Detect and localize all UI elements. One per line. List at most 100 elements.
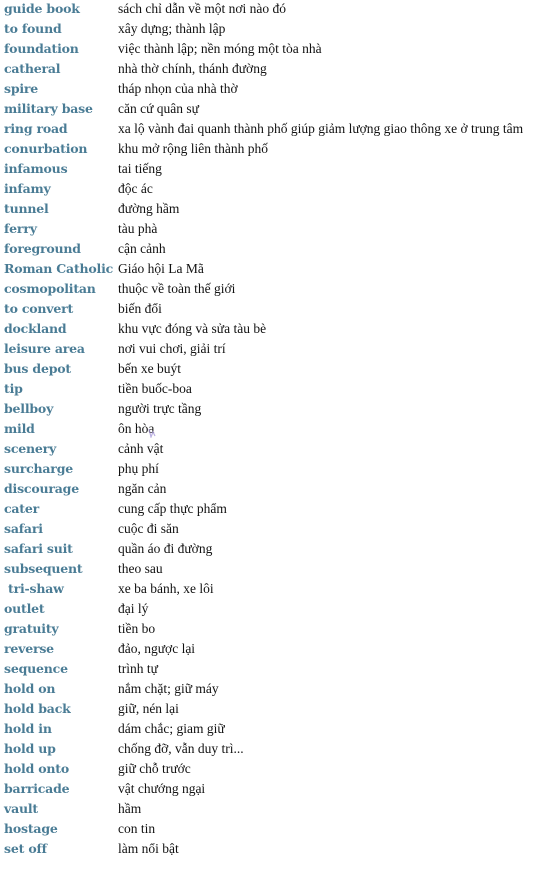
vocab-row: cosmopolitan thuộc về toàn thế giới xyxy=(0,280,554,300)
vocab-term: catheral xyxy=(4,61,61,76)
vocab-definition: việc thành lập; nền móng một tòa nhà xyxy=(118,41,322,56)
vocab-definition: đường hầm xyxy=(118,201,180,216)
vocab-row: scenery cảnh vật xyxy=(0,440,554,460)
vocab-definition: giữ, nén lại xyxy=(118,701,179,716)
vocab-definition: trình tự xyxy=(118,661,158,676)
vocab-term: cater xyxy=(4,501,40,516)
vocab-row: safari suit quần áo đi đường xyxy=(0,540,554,560)
vocab-definition: căn cứ quân sự xyxy=(118,101,199,116)
vocab-definition: con tin xyxy=(118,821,156,836)
vocab-term: sequence xyxy=(4,661,68,676)
vocab-term: hold on xyxy=(4,681,56,696)
vocab-term: ferry xyxy=(4,221,37,236)
vocab-definition: đảo, ngược lại xyxy=(118,641,196,656)
vocab-definition: phụ phí xyxy=(118,461,159,476)
vocab-definition: tiền buốc-boa xyxy=(118,381,192,396)
vocab-definition: khu mở rộng liên thành phố xyxy=(118,141,268,156)
vocab-term: reverse xyxy=(4,641,54,656)
vocab-row: ring road xa lộ vành đai quanh thành phố … xyxy=(0,120,554,140)
vocab-row: surcharge phụ phí xyxy=(0,460,554,480)
vocab-row: cater cung cấp thực phẩm xyxy=(0,500,554,520)
vocab-definition: cung cấp thực phẩm xyxy=(118,501,227,516)
vocab-definition: làm nổi bật xyxy=(118,841,179,856)
vocab-row: leisure area nơi vui chơi, giải trí xyxy=(0,340,554,360)
vocab-row: hold back giữ, nén lại xyxy=(0,700,554,720)
vocab-row: bus depot bến xe buýt xyxy=(0,360,554,380)
vocab-term: tri-shaw xyxy=(8,581,64,596)
vocab-term: foundation xyxy=(4,41,79,56)
vocab-term: hold back xyxy=(4,701,71,716)
vocab-term: to found xyxy=(4,21,62,36)
vocab-term: infamous xyxy=(4,161,68,176)
vocab-definition: bến xe buýt xyxy=(118,361,181,376)
vocab-definition: tiền bo xyxy=(118,621,156,636)
vocab-term: barricade xyxy=(4,781,70,796)
vocab-definition: tháp nhọn của nhà thờ xyxy=(118,81,238,96)
vocab-definition: cận cảnh xyxy=(118,241,166,256)
vocab-row: dockland khu vực đóng và sửa tàu bè xyxy=(0,320,554,340)
vocab-definition: biến đổi xyxy=(118,301,162,316)
vocab-row: sequence trình tự xyxy=(0,660,554,680)
vocab-term: foreground xyxy=(4,241,81,256)
vocab-definition: hầm xyxy=(118,801,142,816)
vocab-row: catheral nhà thờ chính, thánh đường xyxy=(0,60,554,80)
vocab-row: mild ôn hòa xyxy=(0,420,554,440)
vocab-row: barricade vật chướng ngại xyxy=(0,780,554,800)
vocab-row: reverse đảo, ngược lại xyxy=(0,640,554,660)
vocab-term: dockland xyxy=(4,321,67,336)
vocab-term: mild xyxy=(4,421,35,436)
vocab-term: gratuity xyxy=(4,621,59,636)
vocab-definition: độc ác xyxy=(118,181,153,196)
vocab-term: vault xyxy=(4,801,38,816)
vocab-row: Roman Catholic Giáo hội La Mã xyxy=(0,260,554,280)
vocab-definition: người trực tầng xyxy=(118,401,202,416)
vocab-definition: tàu phà xyxy=(118,221,158,236)
vocab-definition: nơi vui chơi, giải trí xyxy=(118,341,226,356)
vocab-term: ring road xyxy=(4,121,68,136)
vocab-row: infamous tai tiếng xyxy=(0,160,554,180)
vocab-term: bellboy xyxy=(4,401,54,416)
vocab-definition: xây dựng; thành lập xyxy=(118,21,226,36)
vocab-definition: ngăn cản xyxy=(118,481,167,496)
vocab-row: hold up chống đỡ, vẫn duy trì... xyxy=(0,740,554,760)
vocab-definition: thuộc về toàn thế giới xyxy=(118,281,236,296)
vocab-definition: giữ chỗ trước xyxy=(118,761,191,776)
vocab-definition: nhà thờ chính, thánh đường xyxy=(118,61,267,76)
vocab-definition: quần áo đi đường xyxy=(118,541,213,556)
vocab-row: military base căn cứ quân sự xyxy=(0,100,554,120)
vocab-row: guide book sách chỉ dẫn về một nơi nào đó xyxy=(0,0,554,20)
vocab-term: cosmopolitan xyxy=(4,281,96,296)
vocab-row: hold onto giữ chỗ trước xyxy=(0,760,554,780)
vocab-definition: dám chắc; giam giữ xyxy=(118,721,225,736)
vocab-row: hold on nắm chặt; giữ máy xyxy=(0,680,554,700)
vocab-row: foreground cận cảnh xyxy=(0,240,554,260)
vocab-row: discourage ngăn cản xyxy=(0,480,554,500)
vocab-definition: vật chướng ngại xyxy=(118,781,206,796)
vocab-term: spire xyxy=(4,81,39,96)
vocab-row: hostage con tin xyxy=(0,820,554,840)
vocab-definition: chống đỡ, vẫn duy trì... xyxy=(118,741,244,756)
vocab-term: outlet xyxy=(4,601,45,616)
vocabulary-list: guide book sách chỉ dẫn về một nơi nào đó… xyxy=(0,0,554,860)
vocab-term: hostage xyxy=(4,821,58,836)
vocab-term: discourage xyxy=(4,481,79,496)
vocab-term: infamy xyxy=(4,181,51,196)
vocab-definition: sách chỉ dẫn về một nơi nào đó xyxy=(118,1,286,16)
vocab-row: to convert biến đổi xyxy=(0,300,554,320)
vocab-row: outlet đại lý xyxy=(0,600,554,620)
vocab-term: Roman Catholic xyxy=(4,261,114,276)
vocab-row: safari cuộc đi săn xyxy=(0,520,554,540)
vocab-row: infamy độc ác xyxy=(0,180,554,200)
vocab-row: tip tiền buốc-boa xyxy=(0,380,554,400)
vocab-term: guide book xyxy=(4,1,80,16)
vocab-row: hold in dám chắc; giam giữ xyxy=(0,720,554,740)
vocab-row: tri-shaw xe ba bánh, xe lôi xyxy=(0,580,554,600)
vocab-term: tip xyxy=(4,381,23,396)
vocab-term: leisure area xyxy=(4,341,85,356)
vocab-row: bellboy người trực tầng xyxy=(0,400,554,420)
vocab-definition: nắm chặt; giữ máy xyxy=(118,681,219,696)
vocab-row: tunnel đường hầm xyxy=(0,200,554,220)
vocab-definition: khu vực đóng và sửa tàu bè xyxy=(118,321,267,336)
vocab-term: subsequent xyxy=(4,561,83,576)
vocab-term: set off xyxy=(4,841,47,856)
